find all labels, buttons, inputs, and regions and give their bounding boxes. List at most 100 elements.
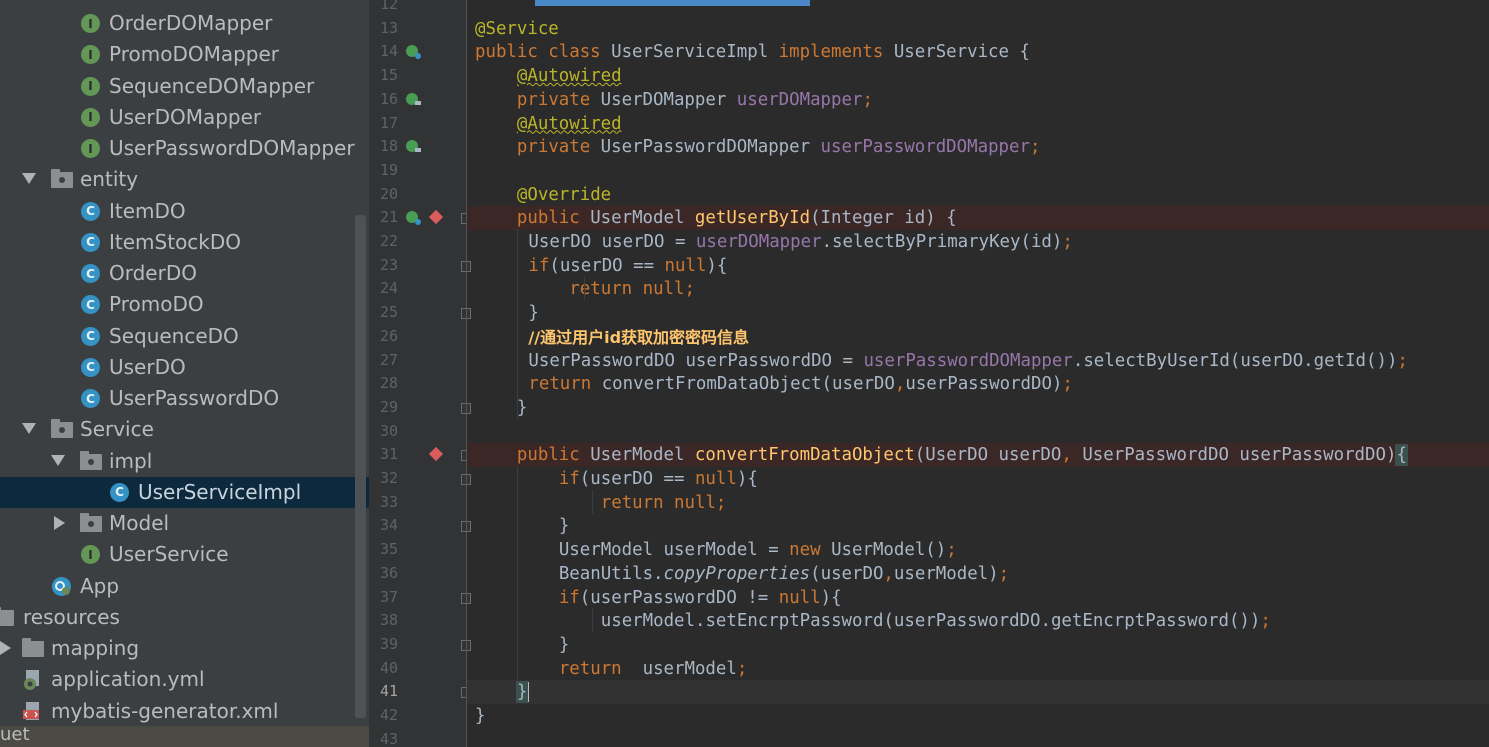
code-line[interactable]: @Autowired (467, 64, 1489, 88)
code-line[interactable]: public UserModel getUserById(Integer id)… (467, 206, 1489, 230)
gutter-line[interactable]: 38 (369, 609, 466, 633)
code-line[interactable] (467, 159, 1489, 183)
autowired-navigate-icon[interactable] (406, 140, 421, 153)
gutter-line[interactable]: 28 (369, 372, 466, 396)
code-line[interactable]: UserModel userModel = new UserModel(); (467, 538, 1489, 562)
tree-item-userpassworddo[interactable]: C UserPasswordDO (0, 383, 369, 414)
tree-item-model[interactable]: Model (0, 508, 369, 539)
expand-arrow-icon[interactable] (22, 173, 36, 185)
gutter-line[interactable]: 37 (369, 586, 471, 610)
code-line[interactable]: return userModel; (467, 657, 1489, 681)
code-line[interactable]: public UserModel convertFromDataObject(U… (467, 443, 1489, 467)
gutter-line[interactable]: 25 (369, 301, 471, 325)
gutter-line[interactable]: 35 (369, 538, 466, 562)
gutter-line[interactable]: 43 (369, 728, 466, 747)
code-line[interactable]: UserPasswordDO userPasswordDO = userPass… (467, 349, 1489, 373)
code-line[interactable]: UserDO userDO = userDOMapper.selectByPri… (467, 230, 1489, 254)
code-line[interactable] (467, 728, 1489, 747)
spring-bean-icon[interactable] (406, 45, 421, 60)
tree-item-promodomapper[interactable]: I PromoDOMapper (0, 39, 369, 70)
gutter-line[interactable]: 21 (369, 206, 471, 230)
tree-item-sequencedomapper[interactable]: I SequenceDOMapper (0, 71, 369, 102)
gutter-line[interactable]: 39 (369, 633, 471, 657)
code-line[interactable]: private UserPasswordDOMapper userPasswor… (467, 135, 1489, 159)
code-line[interactable]: return null; (467, 491, 1489, 515)
gutter-line[interactable]: 19 (369, 159, 466, 183)
tree-item-userservice[interactable]: I UserService (0, 539, 369, 570)
gutter-line[interactable]: 29 (369, 396, 471, 420)
gutter-line[interactable]: 12 (369, 0, 466, 17)
gutter-line[interactable]: 18 (369, 135, 466, 159)
code-line[interactable]: return convertFromDataObject(userDO,user… (467, 372, 1489, 396)
gutter-line[interactable]: 33 (369, 491, 466, 515)
gutter-line[interactable]: 42 (369, 704, 466, 728)
gutter-line[interactable]: 24 (369, 277, 466, 301)
code-line[interactable]: } (467, 301, 1489, 325)
code-line[interactable]: @Service (467, 17, 1489, 41)
code-line[interactable]: BeanUtils.copyProperties(userDO,userMode… (467, 562, 1489, 586)
code-line[interactable]: } (467, 396, 1489, 420)
code-line[interactable] (467, 0, 1489, 17)
code-line[interactable]: } (467, 680, 1489, 704)
editor-gutter[interactable]: 12 13 14 15 16 17 18 19 20 21 22 23 24 25 26 27 28 29 30 31… (369, 0, 471, 747)
tree-item-sequencedo[interactable]: C SequenceDO (0, 321, 369, 352)
gutter-line[interactable]: 23 (369, 254, 471, 278)
tree-item-orderdo[interactable]: C OrderDO (0, 258, 369, 289)
collapse-arrow-icon[interactable] (0, 641, 11, 655)
gutter-line[interactable]: 15 (369, 64, 466, 88)
bottom-tool-tab[interactable]: uet (0, 724, 369, 747)
gutter-line[interactable]: 32 (369, 467, 471, 491)
code-line[interactable]: if(userDO == null){ (467, 254, 1489, 278)
tree-item-orderdomapper[interactable]: I OrderDOMapper (0, 8, 369, 39)
gutter-line[interactable]: 17 (369, 112, 466, 136)
breakpoint-icon[interactable] (428, 447, 444, 462)
code-line[interactable]: if(userDO == null){ (467, 467, 1489, 491)
tree-item-userserviceimpl[interactable]: C UserServiceImpl (0, 476, 369, 508)
tree-item-application-yml[interactable]: application.yml (0, 664, 369, 695)
code-line[interactable]: @Autowired (467, 112, 1489, 136)
tree-item-impl[interactable]: impl (0, 446, 369, 477)
tree-item-app[interactable]: App (0, 571, 369, 602)
code-line[interactable]: @Override (467, 183, 1489, 207)
tree-item-mapping[interactable]: mapping (0, 633, 369, 664)
tree-item-promodo[interactable]: C PromoDO (0, 289, 369, 320)
tree-scrollbar[interactable] (355, 215, 366, 718)
code-line[interactable]: } (467, 704, 1489, 728)
breakpoint-icon[interactable] (428, 210, 444, 225)
tree-item-itemstockdo[interactable]: C ItemStockDO (0, 227, 369, 258)
gutter-line[interactable]: 22 (369, 230, 466, 254)
autowired-navigate-icon[interactable] (406, 92, 421, 105)
gutter-line[interactable]: 31 (369, 443, 471, 467)
code-line[interactable]: } (467, 633, 1489, 657)
gutter-line[interactable]: 30 (369, 420, 466, 444)
code-line[interactable]: private UserDOMapper userDOMapper; (467, 88, 1489, 112)
expand-arrow-icon[interactable] (22, 423, 36, 435)
gutter-line[interactable]: 26 (369, 325, 466, 349)
code-line[interactable]: //通过用户id获取加密密码信息 (467, 325, 1489, 349)
gutter-line[interactable]: 40 (369, 657, 466, 681)
code-editor[interactable]: 12 13 14 15 16 17 18 19 20 21 22 23 24 25 26 27 28 29 30 31… (369, 0, 1489, 747)
tree-item-userdomapper[interactable]: I UserDOMapper (0, 102, 369, 133)
tree-item-entity[interactable]: entity (0, 164, 369, 195)
code-line[interactable] (467, 420, 1489, 444)
tree-item-userdo[interactable]: C UserDO (0, 352, 369, 383)
gutter-line[interactable]: 36 (369, 562, 466, 586)
code-line[interactable]: userModel.setEncrptPassword(userPassword… (467, 609, 1489, 633)
code-line[interactable]: } (467, 514, 1489, 538)
tree-item-resources[interactable]: resources (0, 602, 369, 633)
gutter-line[interactable]: 14 (369, 40, 466, 64)
collapse-arrow-icon[interactable] (54, 516, 65, 530)
expand-arrow-icon[interactable] (51, 454, 65, 466)
gutter-line[interactable]: 16 (369, 88, 466, 112)
gutter-line[interactable]: 27 (369, 349, 466, 373)
gutter-line[interactable]: 41 (369, 680, 471, 704)
gutter-line[interactable]: 20 (369, 183, 466, 207)
gutter-line[interactable]: 13 (369, 17, 466, 41)
tree-item-service[interactable]: Service (0, 414, 369, 445)
tree-item-mybatis-generator-xml[interactable]: mybatis-generator.xml (0, 696, 369, 727)
gutter-line[interactable]: 34 (369, 514, 471, 538)
override-method-icon[interactable] (406, 211, 421, 226)
tree-item-itemdo[interactable]: C ItemDO (0, 196, 369, 227)
tree-item-userpassworddomapper[interactable]: I UserPasswordDOMapper (0, 133, 369, 164)
code-line[interactable]: public class UserServiceImpl implements … (467, 40, 1489, 64)
